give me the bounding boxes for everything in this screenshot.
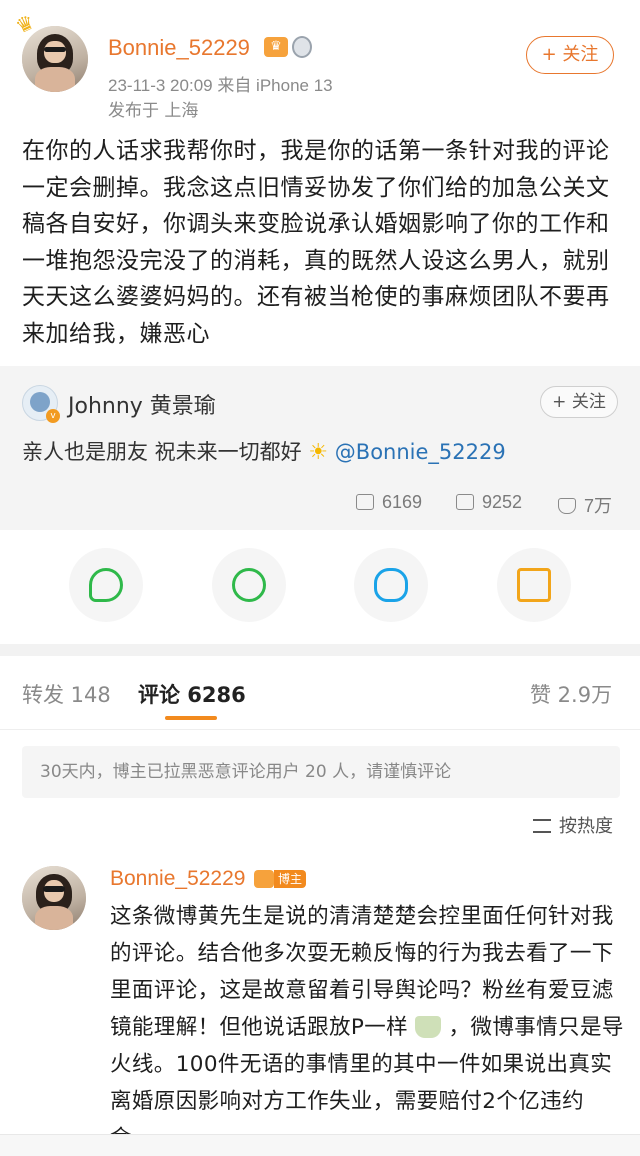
post-username[interactable]: Bonnie_52229 — [108, 35, 250, 61]
repost-count[interactable]: 6169 — [356, 492, 422, 513]
comment-count-label: 9252 — [482, 492, 523, 512]
thumbs-up-icon — [558, 498, 576, 514]
wechat-icon — [89, 568, 123, 602]
save-image-icon — [517, 568, 551, 602]
quoted-body: 亲人也是朋友 祝未来一切都好 — [22, 440, 302, 464]
like-count-label: 7万 — [584, 496, 613, 516]
robot-icon — [30, 392, 50, 412]
quoted-follow-button[interactable]: + 关注 — [540, 386, 618, 418]
post-location: 发布于 上海 — [108, 101, 199, 121]
tab-reposts[interactable]: 转发 148 — [22, 679, 111, 709]
tab-divider — [0, 729, 640, 730]
repost-count-label: 6169 — [382, 492, 423, 512]
bottom-toolbar — [0, 1134, 640, 1156]
repost-icon — [356, 494, 374, 510]
save-image-button[interactable] — [497, 548, 571, 622]
quoted-avatar[interactable]: v — [22, 385, 60, 423]
comment-username[interactable]: Bonnie_52229 — [110, 867, 245, 891]
post-meta: 23-11-3 20:09 来自 iPhone 13 — [108, 76, 333, 95]
medal-icon — [292, 36, 312, 58]
follow-button[interactable]: + 关注 — [526, 36, 614, 74]
share-row — [0, 548, 640, 628]
quoted-username[interactable]: Johnny 黄景瑜 — [68, 388, 216, 420]
share-qq-button[interactable] — [354, 548, 428, 622]
avatar[interactable] — [22, 26, 88, 92]
share-moments-button[interactable] — [212, 548, 286, 622]
vip-crown-icon — [254, 870, 274, 888]
share-wechat-button[interactable] — [69, 548, 143, 622]
sort-icon — [533, 819, 551, 833]
comment-notice: 30天内，博主已拉黑恶意评论用户 20 人，请谨慎评论 — [22, 746, 620, 798]
comment-count[interactable]: 9252 — [456, 492, 522, 513]
moments-icon — [232, 568, 266, 602]
verified-badge-icon: v — [46, 409, 60, 423]
like-count[interactable]: 7万 — [558, 492, 612, 518]
comment-avatar[interactable] — [22, 866, 86, 930]
author-badge: 博主 — [274, 870, 307, 888]
section-divider — [0, 644, 640, 656]
qq-icon — [374, 568, 408, 602]
active-tab-indicator — [165, 716, 217, 720]
tea-emoji-icon — [415, 1016, 442, 1038]
sort-by-hot-button[interactable]: 按热度 — [533, 812, 613, 838]
vip-crown-icon: ♛ — [264, 37, 288, 57]
mention-link[interactable]: @Bonnie_52229 — [335, 440, 506, 464]
post-header: ♛ Bonnie_52229 ♛ 23-11-3 20:09 来自 iPhone… — [0, 0, 640, 121]
sun-emoji-icon: ☀ — [308, 440, 329, 465]
quoted-text: 亲人也是朋友 祝未来一切都好 ☀ @Bonnie_52229 — [22, 436, 506, 466]
tab-likes[interactable]: 赞 2.9万 — [530, 679, 612, 709]
post-body-text: 在你的人话求我帮你时，我是你的话第一条针对我的评论一定会删掉。我念这点旧情妥协发… — [22, 138, 610, 347]
sort-label: 按热度 — [559, 816, 613, 837]
tab-comments[interactable]: 评论 6286 — [138, 679, 246, 709]
comment-icon — [456, 494, 474, 510]
comment-text: 这条微博黄先生是说的清清楚楚会控里面任何针对我的评论。结合他多次耍无赖反悔的行为… — [110, 898, 626, 1156]
